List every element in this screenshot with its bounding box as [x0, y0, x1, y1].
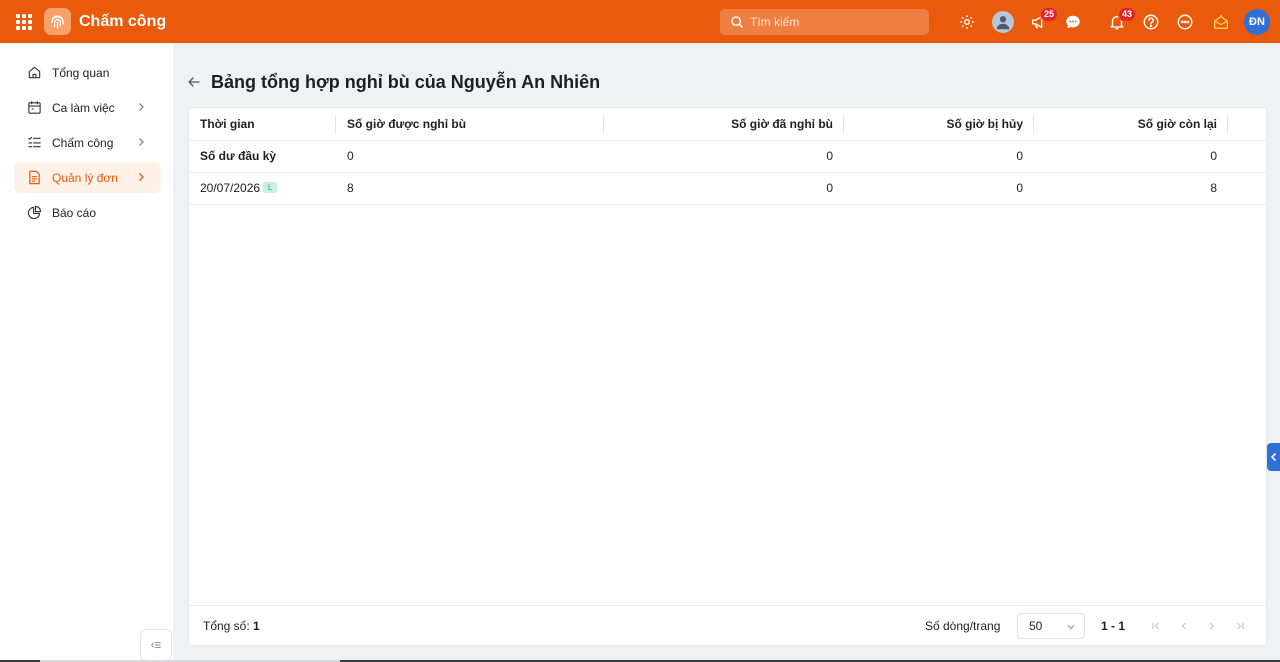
- column-header-remaining: Số giờ còn lại: [1137, 117, 1217, 131]
- rows-per-page-label: Số dòng/trang: [925, 619, 1001, 633]
- page-header: Bảng tổng hợp nghỉ bù của Nguyễn An Nhiê…: [186, 70, 600, 94]
- sidebar-item-cham-cong[interactable]: Chấm công: [14, 127, 161, 158]
- bell-icon[interactable]: 43: [1102, 6, 1137, 37]
- rows-per-page-select[interactable]: 50: [1017, 613, 1085, 639]
- sidebar-item-label: Ca làm việc: [52, 100, 115, 115]
- app-launcher-icon[interactable]: [16, 13, 32, 30]
- column-header-earned: Số giờ được nghỉ bù: [347, 117, 467, 131]
- checklist-icon: [26, 135, 42, 151]
- user-profile-avatar[interactable]: [988, 7, 1018, 37]
- column-divider: [843, 115, 844, 134]
- cell-earned: 8: [347, 181, 354, 195]
- next-page-icon[interactable]: [1205, 619, 1219, 633]
- sidebar-item-label: Chấm công: [52, 135, 114, 150]
- column-header-used: Số giờ đã nghỉ bù: [731, 117, 833, 131]
- table-row[interactable]: Số dư đầu kỳ 0 0 0 0: [189, 141, 1266, 173]
- cell-remaining: 0: [1210, 149, 1217, 163]
- rows-per-page-value: 50: [1029, 619, 1043, 633]
- home-icon: [26, 65, 42, 81]
- collapse-sidebar-button[interactable]: [140, 629, 172, 661]
- back-arrow-icon[interactable]: [186, 74, 202, 90]
- chevron-right-icon: [139, 138, 144, 146]
- sidebar-item-tong-quan[interactable]: Tổng quan: [14, 57, 161, 88]
- more-options-icon[interactable]: [1170, 7, 1200, 37]
- column-divider: [335, 115, 336, 134]
- table-row[interactable]: 20/07/2026 L 8 0 0 8: [189, 173, 1266, 205]
- avatar: [992, 10, 1014, 33]
- cell-time: Số dư đầu kỳ: [200, 149, 277, 163]
- megaphone-icon[interactable]: 25: [1024, 6, 1059, 37]
- sidebar-item-label: Tổng quan: [52, 65, 110, 80]
- page-title: Bảng tổng hợp nghỉ bù của Nguyễn An Nhiê…: [211, 71, 601, 92]
- column-divider: [1033, 115, 1034, 134]
- pie-chart-icon: [26, 205, 42, 221]
- page-range: 1 - 1: [1101, 619, 1126, 633]
- collapse-icon: [151, 641, 161, 649]
- search-box[interactable]: [720, 9, 929, 35]
- chevron-down-icon: [1067, 625, 1075, 630]
- calendar-icon: [26, 100, 42, 116]
- cell-remaining: 8: [1210, 181, 1217, 195]
- table-header: Thời gian Số giờ được nghỉ bù Số giờ đã …: [189, 108, 1266, 141]
- sidebar-item-label: Quản lý đơn: [52, 170, 118, 185]
- summary-table-card: Thời gian Số giờ được nghỉ bù Số giờ đã …: [188, 107, 1267, 646]
- chevron-left-icon: [1270, 452, 1276, 462]
- cell-used: 0: [826, 149, 833, 163]
- sidebar-item-bao-cao[interactable]: Báo cáo: [14, 197, 161, 228]
- column-header-time: Thời gian: [200, 117, 255, 131]
- cell-time: 20/07/2026 L: [200, 173, 278, 204]
- help-icon[interactable]: [1136, 7, 1166, 37]
- gear-icon[interactable]: [952, 7, 982, 37]
- search-input[interactable]: [750, 15, 920, 29]
- cell-cancelled: 0: [1016, 181, 1023, 195]
- column-divider: [603, 115, 604, 134]
- column-divider: [1227, 115, 1228, 134]
- cell-earned: 0: [347, 149, 354, 163]
- chevron-right-icon: [139, 103, 144, 111]
- chat-icon[interactable]: [1058, 7, 1088, 37]
- fingerprint-logo-icon: [44, 8, 71, 35]
- total-value: 1: [253, 619, 260, 633]
- total-label: Tổng số:: [203, 619, 250, 633]
- notification-badge: 43: [1118, 6, 1137, 22]
- cell-date: 20/07/2026: [200, 181, 261, 195]
- user-initials-avatar[interactable]: ĐN: [1244, 8, 1270, 35]
- first-page-icon[interactable]: [1149, 619, 1163, 633]
- announcement-badge: 25: [1040, 6, 1059, 22]
- search-icon: [731, 16, 743, 28]
- sidebar-item-label: Báo cáo: [52, 205, 97, 220]
- cell-used: 0: [826, 181, 833, 195]
- column-header-cancelled: Số giờ bị hủy: [946, 117, 1023, 131]
- sidebar: Tổng quan Ca làm việc Chấm công Quản lý …: [0, 43, 173, 662]
- total-count: Tổng số: 1: [203, 606, 260, 647]
- leave-type-tag: L: [263, 182, 278, 194]
- last-page-icon[interactable]: [1233, 619, 1247, 633]
- document-icon: [26, 170, 42, 186]
- expand-panel-tab[interactable]: [1267, 443, 1280, 471]
- table-footer: Tổng số: 1 Số dòng/trang 50 1 - 1: [189, 605, 1266, 646]
- previous-page-icon[interactable]: [1177, 619, 1191, 633]
- gift-icon[interactable]: [1206, 7, 1236, 37]
- chevron-right-icon: [139, 173, 144, 181]
- app-title[interactable]: Chấm công: [79, 13, 166, 31]
- cell-cancelled: 0: [1016, 149, 1023, 163]
- sidebar-item-quan-ly-don[interactable]: Quản lý đơn: [14, 162, 161, 193]
- sidebar-item-ca-lam-viec[interactable]: Ca làm việc: [14, 92, 161, 123]
- top-bar: Chấm công 25 43: [0, 0, 1280, 43]
- top-icon-group: 25 43 ĐN: [952, 0, 1280, 43]
